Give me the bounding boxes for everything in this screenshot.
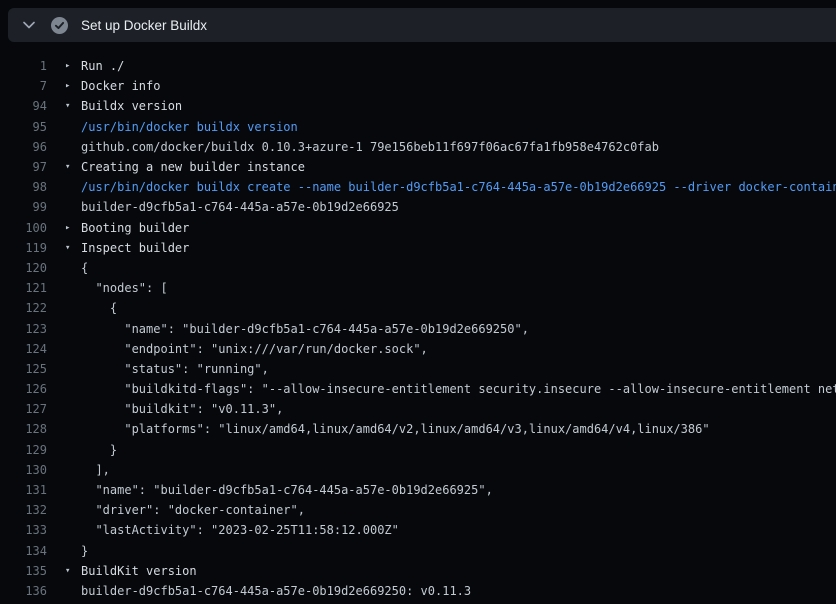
command-text: /usr/bin/docker buildx version (81, 120, 836, 134)
group-title: Creating a new builder instance (81, 160, 836, 174)
log-line: 98/usr/bin/docker buildx create --name b… (0, 177, 836, 197)
group-title: Docker info (81, 79, 836, 93)
log-line: 129 } (0, 440, 836, 460)
group-title: Booting builder (81, 221, 836, 235)
line-number[interactable]: 97 (0, 160, 47, 174)
chevron-down-icon[interactable] (20, 16, 38, 34)
line-number[interactable]: 136 (0, 584, 47, 598)
output-text: "nodes": [ (81, 281, 836, 295)
log-line: 133 "lastActivity": "2023-02-25T11:58:12… (0, 520, 836, 540)
output-text: "endpoint": "unix:///var/run/docker.sock… (81, 342, 836, 356)
output-text: } (81, 443, 836, 457)
log-line: 120 { (0, 258, 836, 278)
line-number[interactable]: 135 (0, 564, 47, 578)
output-text: "driver": "docker-container", (81, 503, 836, 517)
line-number[interactable]: 127 (0, 402, 47, 416)
line-number[interactable]: 99 (0, 200, 47, 214)
log-group-line[interactable]: 94▾Buildx version (0, 96, 836, 116)
command-text: /usr/bin/docker buildx create --name bui… (81, 180, 836, 194)
log-line: 121 "nodes": [ (0, 278, 836, 298)
log-line: 126 "buildkitd-flags": "--allow-insecure… (0, 379, 836, 399)
output-text: "buildkit": "v0.11.3", (81, 402, 836, 416)
group-title: Buildx version (81, 99, 836, 113)
log-line: 125 "status": "running", (0, 359, 836, 379)
step-title: Set up Docker Buildx (81, 18, 207, 33)
group-title: BuildKit version (81, 564, 836, 578)
log-group-line[interactable]: 119▾Inspect builder (0, 238, 836, 258)
output-text: { (81, 261, 836, 275)
log-line: 134} (0, 541, 836, 561)
group-expanded-icon[interactable]: ▾ (47, 561, 81, 581)
group-title: Inspect builder (81, 241, 836, 255)
log-group-line[interactable]: 100▸Booting builder (0, 218, 836, 238)
line-number[interactable]: 130 (0, 463, 47, 477)
check-circle-icon (51, 17, 68, 34)
log-group-line[interactable]: 7▸Docker info (0, 76, 836, 96)
output-text: github.com/docker/buildx 0.10.3+azure-1 … (81, 140, 836, 154)
line-number[interactable]: 133 (0, 523, 47, 537)
output-text: "name": "builder-d9cfb5a1-c764-445a-a57e… (81, 322, 836, 336)
line-number[interactable]: 98 (0, 180, 47, 194)
line-number[interactable]: 122 (0, 301, 47, 315)
log-line: 99 builder-d9cfb5a1-c764-445a-a57e-0b19d2… (0, 197, 836, 217)
log-group-line[interactable]: 1▸Run ./ (0, 56, 836, 76)
output-text: ], (81, 463, 836, 477)
line-number[interactable]: 120 (0, 261, 47, 275)
log-line: 127 "buildkit": "v0.11.3", (0, 399, 836, 419)
line-number[interactable]: 1 (0, 59, 47, 73)
log-line: 124 "endpoint": "unix:///var/run/docker.… (0, 339, 836, 359)
output-text: { (81, 301, 836, 315)
line-number[interactable]: 95 (0, 120, 47, 134)
output-text: "lastActivity": "2023-02-25T11:58:12.000… (81, 523, 836, 537)
line-number[interactable]: 134 (0, 544, 47, 558)
group-expanded-icon[interactable]: ▾ (47, 96, 81, 116)
log-line: 96 github.com/docker/buildx 0.10.3+azure-… (0, 137, 836, 157)
line-number[interactable]: 121 (0, 281, 47, 295)
step-header[interactable]: Set up Docker Buildx (8, 8, 836, 42)
log-line: 95/usr/bin/docker buildx version (0, 117, 836, 137)
log-line: 130 ], (0, 460, 836, 480)
line-number[interactable]: 128 (0, 422, 47, 436)
log-line: 122 { (0, 298, 836, 318)
output-text: } (81, 544, 836, 558)
log-line: 132 "driver": "docker-container", (0, 500, 836, 520)
output-text: builder-d9cfb5a1-c764-445a-a57e-0b19d2e6… (81, 200, 836, 214)
line-number[interactable]: 131 (0, 483, 47, 497)
group-expanded-icon[interactable]: ▾ (47, 157, 81, 177)
line-number[interactable]: 7 (0, 79, 47, 93)
line-number[interactable]: 132 (0, 503, 47, 517)
output-text: "status": "running", (81, 362, 836, 376)
group-collapsed-icon[interactable]: ▸ (47, 218, 81, 238)
line-number[interactable]: 126 (0, 382, 47, 396)
log-line: 136 builder-d9cfb5a1-c764-445a-a57e-0b19d… (0, 581, 836, 601)
line-number[interactable]: 124 (0, 342, 47, 356)
output-text: "platforms": "linux/amd64,linux/amd64/v2… (81, 422, 836, 436)
line-number[interactable]: 125 (0, 362, 47, 376)
group-title: Run ./ (81, 59, 836, 73)
log-group-line[interactable]: 135▾BuildKit version (0, 561, 836, 581)
output-text: builder-d9cfb5a1-c764-445a-a57e-0b19d2e6… (81, 584, 836, 598)
group-collapsed-icon[interactable]: ▸ (47, 56, 81, 76)
group-expanded-icon[interactable]: ▾ (47, 238, 81, 258)
output-text: "name": "builder-d9cfb5a1-c764-445a-a57e… (81, 483, 836, 497)
log-line: 128 "platforms": "linux/amd64,linux/amd6… (0, 419, 836, 439)
line-number[interactable]: 129 (0, 443, 47, 457)
line-number[interactable]: 100 (0, 221, 47, 235)
log-group-line[interactable]: 97▾Creating a new builder instance (0, 157, 836, 177)
log-line: 131 "name": "builder-d9cfb5a1-c764-445a-… (0, 480, 836, 500)
line-number[interactable]: 96 (0, 140, 47, 154)
line-number[interactable]: 123 (0, 322, 47, 336)
output-text: "buildkitd-flags": "--allow-insecure-ent… (81, 382, 836, 396)
line-number[interactable]: 119 (0, 241, 47, 255)
log-lines: 1▸Run ./7▸Docker info94▾Buildx version95… (0, 42, 836, 604)
line-number[interactable]: 94 (0, 99, 47, 113)
log-line: 123 "name": "builder-d9cfb5a1-c764-445a-… (0, 318, 836, 338)
group-collapsed-icon[interactable]: ▸ (47, 76, 81, 96)
